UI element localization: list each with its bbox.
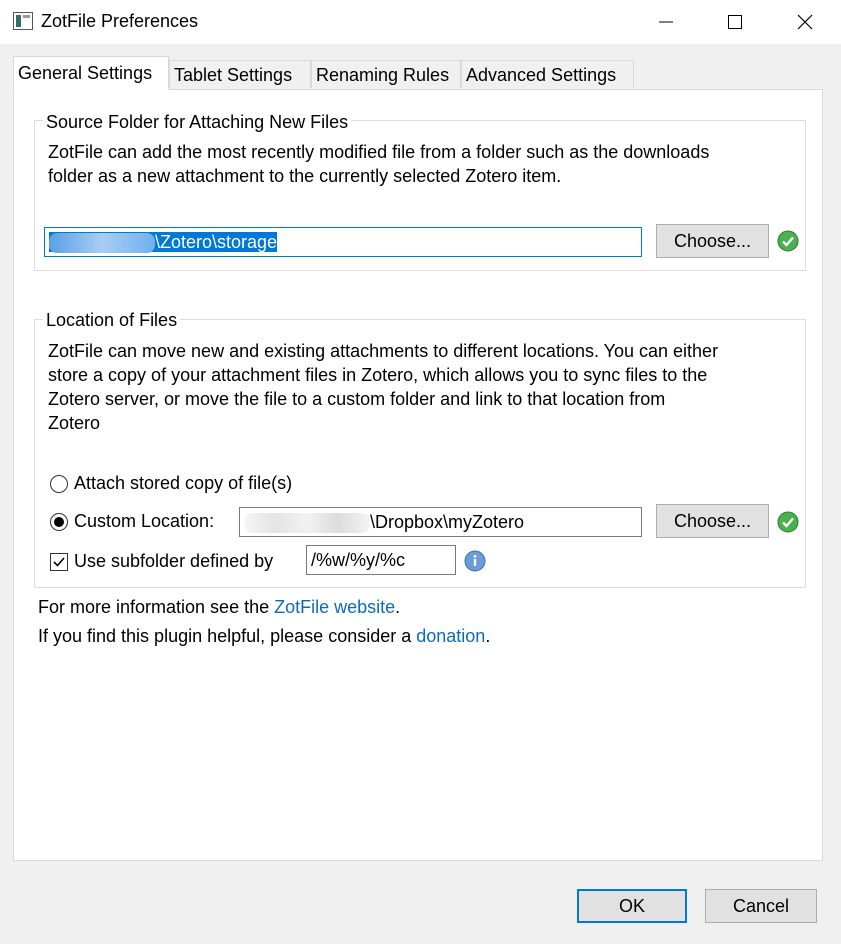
source-folder-path-text: \Zotero\storage xyxy=(155,232,278,252)
radio-button-unselected[interactable] xyxy=(50,474,68,493)
more-info-suffix: . xyxy=(395,597,401,617)
radio-button-selected[interactable] xyxy=(50,512,68,531)
source-folder-input[interactable]: \Zotero\storage xyxy=(44,227,642,257)
donation-link[interactable]: donation xyxy=(416,626,485,646)
custom-location-path-text: \Dropbox\myZotero xyxy=(370,512,525,532)
tab-panel-general: Source Folder for Attaching New Files Zo… xyxy=(13,89,823,861)
location-description-line4: Zotero xyxy=(48,413,101,433)
custom-location-input[interactable]: \Dropbox\myZotero xyxy=(239,507,642,537)
use-subfolder-checkbox-row[interactable]: Use subfolder defined by xyxy=(50,551,273,572)
window-title: ZotFile Preferences xyxy=(41,11,199,31)
app-window-icon xyxy=(13,12,33,30)
close-icon xyxy=(797,14,813,30)
source-folder-description-line1: ZotFile can add the most recently modifi… xyxy=(48,142,710,162)
custom-location-choose-button[interactable]: Choose... xyxy=(656,504,769,538)
radio-custom-location[interactable]: Custom Location: xyxy=(50,511,214,532)
source-folder-caption: Source Folder for Attaching New Files xyxy=(43,112,352,132)
cancel-button[interactable]: Cancel xyxy=(705,889,817,923)
more-info-line: For more information see the ZotFile web… xyxy=(38,597,400,618)
subfolder-format-input[interactable]: /%w/%y/%c xyxy=(306,545,456,575)
attach-stored-copy-label: Attach stored copy of file(s) xyxy=(74,473,293,493)
close-button[interactable] xyxy=(770,0,840,44)
tab-renaming-rules[interactable]: Renaming Rules xyxy=(311,60,461,88)
use-subfolder-checkbox[interactable] xyxy=(50,552,68,571)
check-ok-icon xyxy=(777,230,799,252)
location-of-files-caption: Location of Files xyxy=(43,310,181,330)
source-folder-choose-button[interactable]: Choose... xyxy=(656,224,769,258)
maximize-button[interactable] xyxy=(700,0,770,44)
donation-line: If you find this plugin helpful, please … xyxy=(38,626,490,647)
donation-prefix: If you find this plugin helpful, please … xyxy=(38,626,417,646)
checkmark-icon xyxy=(53,556,65,567)
maximize-icon xyxy=(728,15,742,29)
title-bar: ZotFile Preferences xyxy=(0,0,841,44)
location-description-line2: store a copy of your attachment files in… xyxy=(48,365,708,385)
donation-suffix: . xyxy=(485,626,491,646)
more-info-prefix: For more information see the xyxy=(38,597,275,617)
redacted-path-blur xyxy=(244,513,370,534)
use-subfolder-label: Use subfolder defined by xyxy=(74,551,274,571)
source-folder-selection: \Zotero\storage xyxy=(49,232,278,254)
redacted-path-blur xyxy=(49,233,155,254)
tab-advanced-settings[interactable]: Advanced Settings xyxy=(461,60,634,88)
location-description-line1: ZotFile can move new and existing attach… xyxy=(48,341,719,361)
info-icon[interactable] xyxy=(464,550,486,572)
tab-general-settings[interactable]: General Settings xyxy=(13,56,169,90)
ok-button[interactable]: OK xyxy=(577,889,687,923)
minimize-icon xyxy=(659,21,673,23)
radio-dot xyxy=(54,516,64,527)
custom-location-label: Custom Location: xyxy=(74,511,215,531)
minimize-button[interactable] xyxy=(631,0,701,44)
radio-attach-stored-copy[interactable]: Attach stored copy of file(s) xyxy=(50,473,292,494)
zotfile-website-link[interactable]: ZotFile website xyxy=(274,597,395,617)
check-ok-icon xyxy=(777,511,799,533)
location-description-line3: Zotero server, or move the file to a cus… xyxy=(48,389,666,409)
source-folder-description-line2: folder as a new attachment to the curren… xyxy=(48,166,562,186)
tab-tablet-settings[interactable]: Tablet Settings xyxy=(169,60,311,88)
